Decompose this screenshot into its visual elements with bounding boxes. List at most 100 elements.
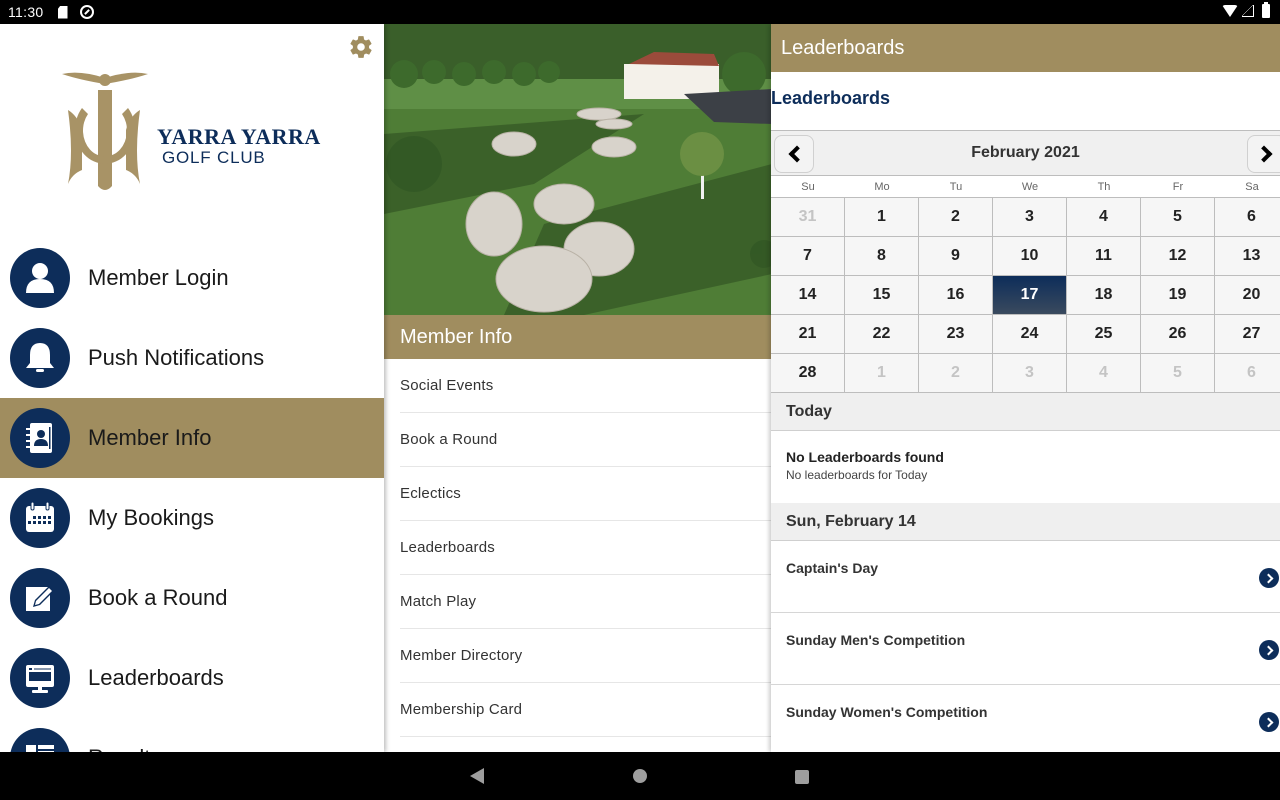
chevron-right-circle-icon[interactable] <box>1259 568 1279 588</box>
chevron-right-circle-icon[interactable] <box>1259 712 1279 732</box>
member-info-item-membership-card[interactable]: Membership Card <box>400 683 772 737</box>
drawer-item-label: Book a Round <box>88 585 228 610</box>
empty-subtitle: No leaderboards for Today <box>786 468 928 482</box>
drawer-item-label: Results <box>88 745 161 752</box>
settings-gear-icon[interactable] <box>348 34 374 60</box>
calendar-day[interactable]: 7 <box>771 237 845 276</box>
club-subtitle: GOLF CLUB <box>162 148 266 167</box>
calendar-day[interactable]: 5 <box>1141 354 1215 393</box>
weekday-label: Mo <box>874 180 890 193</box>
weekday-label: Sa <box>1245 180 1259 193</box>
drawer-item-member-login[interactable]: Member Login <box>0 238 384 318</box>
calendar-day[interactable]: 22 <box>845 315 919 354</box>
empty-title: No Leaderboards found <box>786 449 944 465</box>
member-info-header: Member Info <box>384 315 772 359</box>
calendar-day[interactable]: 20 <box>1215 276 1280 315</box>
calendar-day[interactable]: 24 <box>993 315 1067 354</box>
calendar-day[interactable]: 13 <box>1215 237 1280 276</box>
calendar-day[interactable]: 10 <box>993 237 1067 276</box>
drawer-item-push-notifications[interactable]: Push Notifications <box>0 318 384 398</box>
calendar-day[interactable]: 26 <box>1141 315 1215 354</box>
calendar-day[interactable]: 11 <box>1067 237 1141 276</box>
calendar-day[interactable]: 1 <box>845 198 919 237</box>
calendar-day[interactable]: 28 <box>771 354 845 393</box>
member-info-item-leaderboards[interactable]: Leaderboards <box>400 521 772 575</box>
leaderboard-name: Sunday Women's Competition <box>786 704 988 720</box>
wifi-icon <box>1222 5 1238 17</box>
weekday-row: Su Mo Tu We Th Fr Sa <box>771 176 1280 198</box>
calendar-day[interactable]: 19 <box>1141 276 1215 315</box>
chevron-left-icon <box>788 145 806 163</box>
drawer-item-leaderboards[interactable]: Leaderboards <box>0 638 384 718</box>
drawer-item-member-info[interactable]: Member Info <box>0 398 384 478</box>
calendar-day[interactable]: 2 <box>919 354 993 393</box>
drawer-menu: Member Login Push Notifications Member Inf… <box>0 238 384 752</box>
leaderboards-header: Leaderboards <box>771 24 1280 72</box>
calendar-day[interactable]: 8 <box>845 237 919 276</box>
leaderboard-row[interactable]: Sunday Men's Competition <box>771 613 1280 685</box>
calendar-day[interactable]: 3 <box>993 354 1067 393</box>
drawer-item-label: Member Login <box>88 265 229 290</box>
member-info-item-eclectics[interactable]: Eclectics <box>400 467 772 521</box>
calendar-day[interactable]: 18 <box>1067 276 1141 315</box>
clock: 11:30 <box>8 4 44 20</box>
calendar-day-selected[interactable]: 17 <box>993 276 1067 315</box>
calendar-day[interactable]: 4 <box>1067 198 1141 237</box>
calendar-day[interactable]: 15 <box>845 276 919 315</box>
empty-state: No Leaderboards found No leaderboards fo… <box>771 431 1280 503</box>
calendar-day[interactable]: 6 <box>1215 198 1280 237</box>
leaderboard-name: Captain's Day <box>786 560 879 576</box>
member-info-item-social-events[interactable]: Social Events <box>400 359 772 413</box>
calendar-day[interactable]: 3 <box>993 198 1067 237</box>
status-bar: 11:30 <box>0 0 1280 24</box>
leaderboard-row[interactable]: Captain's Day <box>771 541 1280 613</box>
member-info-item-book-a-round[interactable]: Book a Round <box>400 413 772 467</box>
date-section-heading: Sun, February 14 <box>771 503 1280 541</box>
calendar-day[interactable]: 27 <box>1215 315 1280 354</box>
drawer-item-label: Member Info <box>88 425 212 450</box>
calendar-day[interactable]: 21 <box>771 315 845 354</box>
calendar-icon <box>10 488 70 548</box>
back-icon[interactable] <box>470 768 484 784</box>
calendar-day[interactable]: 4 <box>1067 354 1141 393</box>
drawer-item-my-bookings[interactable]: My Bookings <box>0 478 384 558</box>
leaderboard-row[interactable]: Sunday Women's Competition <box>771 685 1280 752</box>
drawer-item-results[interactable]: Results <box>0 718 384 752</box>
calendar-day[interactable]: 9 <box>919 237 993 276</box>
edit-icon <box>10 568 70 628</box>
weekday-label: Fr <box>1172 180 1184 193</box>
calendar-day[interactable]: 1 <box>845 354 919 393</box>
calendar-day[interactable]: 5 <box>1141 198 1215 237</box>
club-name: Yarra Yarra <box>157 124 321 149</box>
calendar-day[interactable]: 12 <box>1141 237 1215 276</box>
navigation-drawer: Yarra Yarra GOLF CLUB Member Login Push N… <box>0 24 384 752</box>
sd-card-icon <box>57 5 68 19</box>
drawer-item-label: Push Notifications <box>88 345 265 370</box>
calendar-day[interactable]: 23 <box>919 315 993 354</box>
drawer-item-book-a-round[interactable]: Book a Round <box>0 558 384 638</box>
weekday-label: Tu <box>949 180 963 193</box>
leaderboard-name: Sunday Men's Competition <box>786 632 966 648</box>
monitor-icon <box>10 648 70 708</box>
calendar-day[interactable]: 2 <box>919 198 993 237</box>
member-info-item-member-directory[interactable]: Member Directory <box>400 629 772 683</box>
list-icon <box>10 728 70 752</box>
calendar-header: February 2021 <box>771 131 1280 176</box>
calendar-day[interactable]: 16 <box>919 276 993 315</box>
golf-course-hero-image <box>384 24 772 315</box>
weekday-label: Th <box>1097 180 1111 193</box>
weekday-label: We <box>1021 180 1039 193</box>
home-icon[interactable] <box>633 769 647 783</box>
do-not-disturb-icon <box>79 5 94 19</box>
chevron-right-circle-icon[interactable] <box>1259 640 1279 660</box>
calendar-day[interactable]: 25 <box>1067 315 1141 354</box>
calendar-day[interactable]: 31 <box>771 198 845 237</box>
member-info-panel: Member Info Social Events Book a Round Ecl… <box>384 24 772 752</box>
next-month-button[interactable] <box>1247 135 1280 173</box>
member-info-item-match-play[interactable]: Match Play <box>400 575 772 629</box>
calendar-day[interactable]: 6 <box>1215 354 1280 393</box>
previous-month-button[interactable] <box>774 135 814 173</box>
calendar-day[interactable]: 14 <box>771 276 845 315</box>
weekday-label: Su <box>801 180 815 193</box>
recents-icon[interactable] <box>795 770 809 784</box>
